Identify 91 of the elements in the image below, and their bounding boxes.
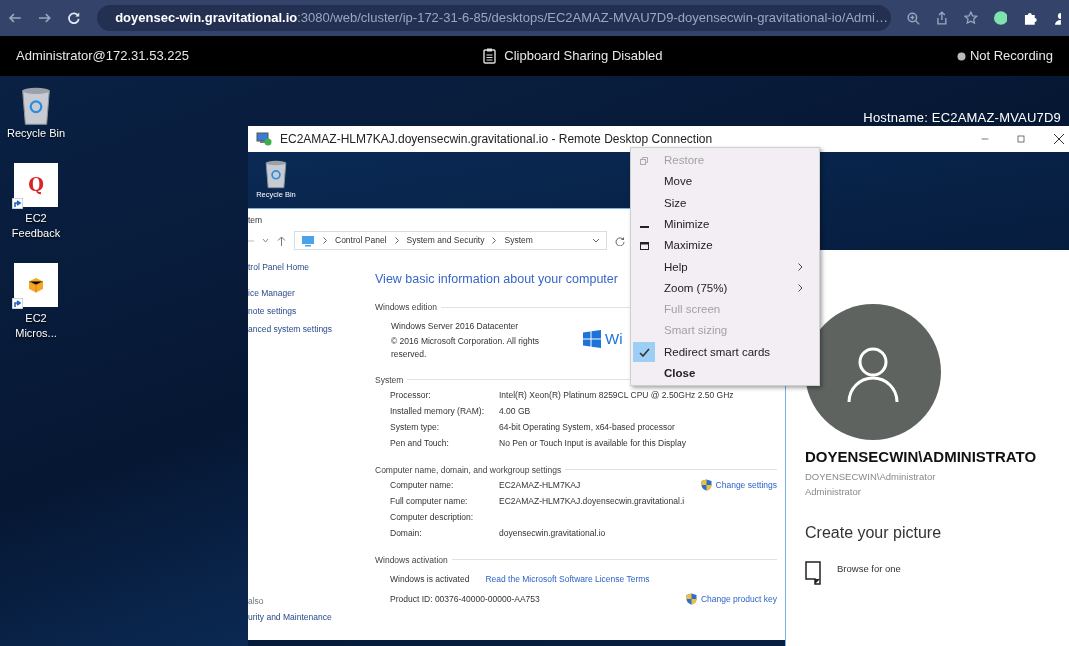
shield-icon [685, 592, 697, 605]
field-label: Processor: [390, 388, 432, 402]
menu-item[interactable]: Help [631, 256, 819, 278]
back-icon[interactable] [8, 11, 22, 25]
activation-status: Windows is activated [390, 572, 470, 586]
remote-desktop-icon [256, 132, 272, 146]
field-label: Full computer name: [390, 494, 469, 508]
chevron-icon [492, 237, 497, 244]
chevron-icon [323, 237, 327, 244]
clipboard-icon [483, 48, 497, 64]
change-settings-link[interactable]: Change settings [700, 476, 777, 493]
field-label: Pen and Touch: [390, 436, 450, 450]
breadcrumb-item[interactable]: System and Security [406, 234, 485, 247]
menu-item[interactable]: Redirect smart cards [631, 341, 819, 363]
package-shortcut-icon[interactable] [14, 262, 58, 307]
account-name: DOYENSECWIN\Administrator [805, 469, 937, 484]
reload-icon[interactable] [67, 11, 82, 25]
sidebar-link[interactable]: urity and Maintenance [248, 608, 375, 626]
sidebar-link[interactable]: trol Panel Home [248, 258, 375, 276]
clipboard-status: Clipboard Sharing Disabled [504, 47, 663, 66]
product-id: Product ID: 00376-40000-00000-AA753 [390, 592, 540, 606]
menu-item[interactable]: Move [631, 171, 819, 193]
window-title: tem [248, 214, 263, 227]
field-label: Computer description: [390, 510, 475, 524]
maximize-icon [639, 241, 649, 250]
section-heading: Create your picture [805, 522, 943, 543]
field-value: Intel(R) Xeon(R) Platinum 8259CL CPU @ 2.50GHz 2.50 GHz [499, 388, 734, 402]
extension-circle-icon[interactable] [993, 11, 1008, 25]
package-icon [28, 276, 44, 293]
up-arrow-icon[interactable] [277, 235, 286, 246]
section-title: Windows edition [375, 301, 437, 314]
puzzle-icon[interactable] [1023, 11, 1038, 25]
share-icon[interactable] [936, 11, 948, 25]
computer-icon [301, 234, 315, 247]
desktop-icon-label[interactable]: EC2 Micros... [4, 310, 68, 341]
copyright-text: © 2016 Microsoft Corporation. All rights reserved. [391, 335, 540, 361]
shield-icon [700, 478, 712, 491]
browse-link[interactable]: Browse for one [837, 560, 901, 576]
session-user: Administrator@172.31.53.225 [16, 47, 189, 66]
sidebar-link[interactable]: anced system settings [248, 320, 375, 338]
field-label: Computer name: [390, 478, 455, 492]
profile-icon[interactable] [1053, 11, 1061, 25]
window-title: EC2AMAZ-HLM7KAJ.doyensecwin.gravitational.io - Remote Desktop Connection [280, 131, 714, 148]
field-value: EC2AMAZ-HLM7KAJ [499, 478, 581, 492]
file-icon[interactable] [805, 560, 821, 585]
windows-logo-text: Wi [605, 329, 623, 349]
field-label: Domain: [390, 526, 423, 540]
feedback-shortcut-icon[interactable]: Q [14, 162, 58, 207]
sidebar-link[interactable]: note settings [248, 302, 375, 320]
shortcut-arrow-icon [12, 297, 23, 309]
shortcut-arrow-icon [12, 197, 23, 209]
close-icon[interactable] [1053, 133, 1065, 145]
field-value: EC2AMAZ-HLM7KAJ.doyensecwin.gravitational.i [499, 494, 685, 508]
recording-status: Not Recording [969, 47, 1053, 66]
section-title: Windows activation [375, 553, 448, 567]
record-dot-icon [956, 51, 966, 61]
page-heading: View basic information about your computer [375, 271, 618, 288]
sidebar-link[interactable]: ice Manager [248, 284, 375, 302]
field-value: 64-bit Operating System, x64-based processor [499, 420, 675, 434]
hostname-label: Hostname: EC2AMAZ-MVAU7D9 [863, 109, 1061, 127]
refresh-icon[interactable] [615, 235, 625, 246]
star-icon[interactable] [963, 11, 978, 25]
chevron-icon [394, 237, 399, 244]
user-display-name: DOYENSECWIN\ADMINISTRATO [805, 447, 1038, 467]
desktop-icon-label[interactable]: EC2 Feedback [4, 210, 68, 241]
menu-item[interactable]: Zoom (75%) [631, 277, 819, 300]
menu-item[interactable]: Minimize [631, 213, 819, 236]
section-title: System [375, 373, 404, 387]
account-role: Administrator [805, 484, 862, 499]
menu-item[interactable]: Maximize [631, 235, 819, 257]
see-also-label: also [248, 595, 265, 608]
breadcrumb-item[interactable]: System [504, 234, 533, 247]
zoom-icon[interactable] [907, 11, 921, 25]
change-product-key-link[interactable]: Change product key [685, 590, 777, 607]
field-label: Installed memory (RAM): [390, 404, 485, 418]
menu-item[interactable]: Size [631, 192, 819, 214]
field-value: doyensecwin.gravitational.io [499, 526, 606, 540]
menu-item[interactable]: Close [631, 362, 819, 385]
license-terms-link[interactable]: Read the Microsoft Software License Terms [485, 570, 650, 587]
field-value: No Pen or Touch Input is available for this Display [499, 436, 686, 450]
field-label: System type: [390, 420, 441, 434]
field-value: 4.00 GB [499, 404, 531, 418]
windows-logo-icon [583, 330, 601, 349]
section-title: Computer name, domain, and workgroup settings [375, 463, 562, 477]
forward-icon[interactable] [37, 11, 52, 25]
desktop-icon-label[interactable]: Recycle Bin [6, 125, 66, 141]
dropdown-caret-icon[interactable] [262, 238, 269, 243]
dropdown-caret-icon[interactable] [592, 238, 600, 243]
edition-name: Windows Server 2016 Datacenter [391, 320, 520, 333]
breadcrumb-item[interactable]: Control Panel [335, 234, 387, 247]
restore-icon [640, 156, 648, 165]
